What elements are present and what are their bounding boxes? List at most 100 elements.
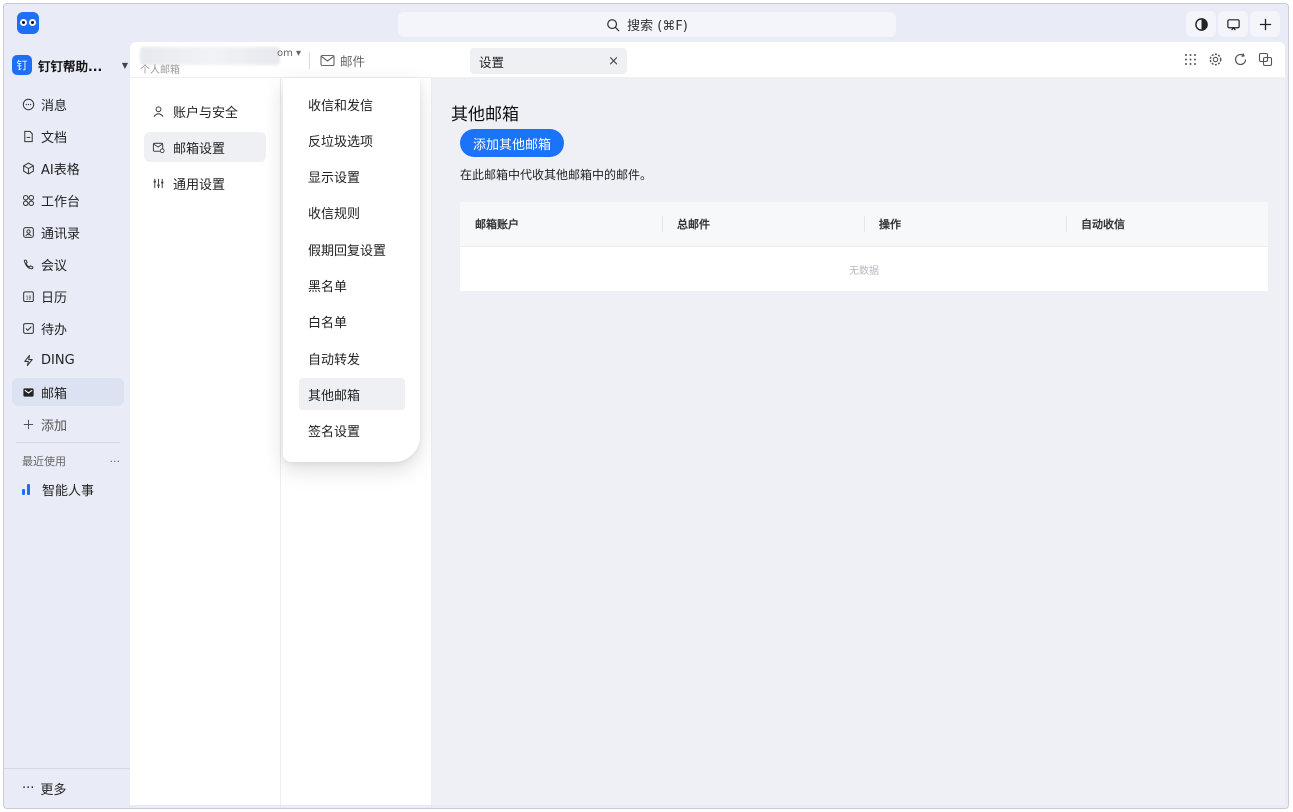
window-switch-icon[interactable] bbox=[1258, 52, 1273, 67]
column-header-actions: 操作 bbox=[864, 202, 1066, 246]
settings-nav-label: 通用设置 bbox=[173, 177, 226, 193]
tab-settings-label: 设置 bbox=[479, 54, 505, 70]
nav-label: 工作台 bbox=[41, 194, 81, 210]
org-badge: 钉 bbox=[12, 55, 32, 75]
menu-item-signature[interactable]: 签名设置 bbox=[299, 415, 405, 447]
settings-nav-label: 邮箱设置 bbox=[173, 141, 226, 157]
nav-item-add[interactable]: 添加 bbox=[12, 410, 124, 438]
gear-icon[interactable] bbox=[1208, 52, 1223, 67]
menu-item-receive-rules[interactable]: 收信规则 bbox=[299, 197, 405, 229]
svg-text:18: 18 bbox=[26, 295, 32, 301]
other-mailboxes-table: 邮箱账户 总邮件 操作 自动收信 无数据 bbox=[460, 202, 1268, 291]
tab-tools bbox=[1183, 52, 1273, 67]
new-button[interactable] bbox=[1250, 11, 1280, 37]
refresh-icon[interactable] bbox=[1233, 52, 1248, 67]
other-mailboxes-panel: 其他邮箱 添加其他邮箱 在此邮箱中代收其他邮箱中的邮件。 邮箱账户 总邮件 操作… bbox=[432, 78, 1285, 805]
column-header-total-mail: 总邮件 bbox=[662, 202, 864, 246]
ai-table-icon bbox=[23, 162, 34, 174]
tab-mail-label: 邮件 bbox=[340, 54, 366, 69]
recent-item-label: 智能人事 bbox=[42, 483, 95, 499]
smart-hr-icon bbox=[22, 483, 34, 495]
nav-item-ding[interactable]: DING bbox=[12, 346, 124, 374]
calendar-icon: 18 bbox=[23, 290, 34, 302]
tab-divider bbox=[309, 52, 310, 69]
chat-bubble-icon bbox=[22, 98, 35, 110]
menu-item-vacation-reply[interactable]: 假期回复设置 bbox=[299, 233, 405, 265]
contacts-icon bbox=[23, 226, 34, 238]
recent-label: 最近使用 bbox=[22, 455, 66, 468]
nav-item-contacts[interactable]: 通讯录 bbox=[12, 218, 124, 246]
org-switcher[interactable]: 钉 钉钉帮助... ▼ bbox=[12, 53, 128, 77]
caret-down-icon: ▼ bbox=[121, 60, 128, 70]
content-area: om ▾ 个人邮箱 邮件 设置 × 账户与安全 邮箱设置 通用设置 收信和发信 … bbox=[130, 42, 1285, 805]
search-label: 搜索 (⌘F) bbox=[627, 19, 688, 34]
menu-item-anti-spam[interactable]: 反垃圾选项 bbox=[299, 124, 405, 156]
nav-item-meetings[interactable]: 会议 bbox=[12, 250, 124, 278]
monitor-icon bbox=[1226, 18, 1240, 31]
menu-item-send-receive[interactable]: 收信和发信 bbox=[299, 88, 405, 120]
column-header-account: 邮箱账户 bbox=[475, 218, 519, 231]
half-circle-icon bbox=[1194, 17, 1208, 31]
table-header: 邮箱账户 总邮件 操作 自动收信 bbox=[460, 202, 1268, 247]
menu-item-other-mailboxes[interactable]: 其他邮箱 bbox=[299, 378, 405, 411]
nav-label: 添加 bbox=[41, 418, 68, 434]
nav-label: 待办 bbox=[41, 322, 68, 338]
menu-item-auto-forward[interactable]: 自动转发 bbox=[299, 342, 405, 374]
search-icon bbox=[607, 18, 620, 31]
todo-check-icon bbox=[23, 322, 34, 334]
left-navigation: 钉 钉钉帮助... ▼ 消息 文档 AI表格 工作台 通讯录 会议 18 日历 … bbox=[4, 42, 130, 808]
more-button[interactable]: ··· 更多 bbox=[4, 768, 130, 808]
close-icon[interactable]: × bbox=[608, 54, 619, 69]
plus-icon bbox=[23, 419, 34, 429]
page-title: 其他邮箱 bbox=[451, 105, 519, 125]
nav-label: 通讯录 bbox=[41, 226, 81, 242]
nav-label: 文档 bbox=[41, 130, 68, 146]
nav-item-messages[interactable]: 消息 bbox=[12, 90, 124, 118]
screen-share-button[interactable] bbox=[1218, 11, 1248, 37]
plus-icon bbox=[1259, 18, 1271, 30]
org-name: 钉钉帮助... bbox=[38, 58, 103, 74]
menu-item-whitelist[interactable]: 白名单 bbox=[299, 306, 405, 338]
nav-label: 消息 bbox=[41, 98, 68, 114]
recent-item-smart-hr[interactable]: 智能人事 bbox=[12, 477, 124, 501]
account-switcher[interactable]: om ▾ bbox=[277, 48, 301, 59]
recent-header: 最近使用 ··· bbox=[12, 451, 124, 471]
nav-label: 邮箱 bbox=[41, 386, 68, 402]
settings-nav-mailbox-settings[interactable]: 邮箱设置 bbox=[144, 132, 266, 162]
tab-mail[interactable]: 邮件 bbox=[320, 51, 365, 70]
settings-nav-general-settings[interactable]: 通用设置 bbox=[144, 168, 266, 198]
dingtalk-logo-icon[interactable] bbox=[17, 12, 39, 34]
document-icon bbox=[24, 130, 33, 142]
nav-label: AI表格 bbox=[41, 162, 80, 178]
theme-toggle-button[interactable] bbox=[1186, 11, 1216, 37]
table-empty-state: 无数据 bbox=[849, 265, 879, 277]
settings-nav-account-security[interactable]: 账户与安全 bbox=[144, 96, 266, 126]
more-label: 更多 bbox=[40, 783, 67, 798]
ding-lightning-icon bbox=[24, 354, 33, 366]
mail-icon bbox=[23, 387, 34, 397]
sliders-icon bbox=[153, 178, 164, 188]
nav-divider bbox=[16, 442, 120, 443]
nav-item-calendar[interactable]: 18 日历 bbox=[12, 282, 124, 310]
dingtalk-window: 搜索 (⌘F) 钉 钉钉帮助... ▼ 消息 文档 AI表格 工作台 通讯录 会… bbox=[3, 3, 1289, 809]
meeting-phone-icon bbox=[23, 259, 34, 269]
apps-grid-icon[interactable] bbox=[1183, 52, 1198, 67]
mailbox-settings-menu: 收信和发信 反垃圾选项 显示设置 收信规则 假期回复设置 黑名单 白名单 自动转… bbox=[283, 78, 420, 462]
nav-item-workbench[interactable]: 工作台 bbox=[12, 186, 124, 214]
nav-item-mailbox[interactable]: 邮箱 bbox=[12, 378, 124, 406]
title-bar: 搜索 (⌘F) bbox=[4, 4, 1288, 42]
tab-bar: om ▾ 个人邮箱 邮件 设置 × bbox=[130, 42, 1285, 78]
menu-item-display-settings[interactable]: 显示设置 bbox=[299, 161, 405, 193]
nav-label: 日历 bbox=[41, 290, 68, 306]
global-search[interactable]: 搜索 (⌘F) bbox=[398, 12, 896, 37]
nav-item-docs[interactable]: 文档 bbox=[12, 122, 124, 150]
nav-label: DING bbox=[41, 352, 75, 368]
nav-item-ai-table[interactable]: AI表格 bbox=[12, 154, 124, 182]
recent-more-icon[interactable]: ··· bbox=[110, 455, 121, 468]
page-description: 在此邮箱中代收其他邮箱中的邮件。 bbox=[460, 168, 653, 182]
settings-category-nav: 账户与安全 邮箱设置 通用设置 bbox=[130, 78, 281, 805]
add-other-mailbox-button[interactable]: 添加其他邮箱 bbox=[460, 129, 564, 157]
tab-settings[interactable]: 设置 × bbox=[470, 48, 627, 74]
nav-item-todo[interactable]: 待办 bbox=[12, 314, 124, 342]
menu-item-blacklist[interactable]: 黑名单 bbox=[299, 269, 405, 301]
